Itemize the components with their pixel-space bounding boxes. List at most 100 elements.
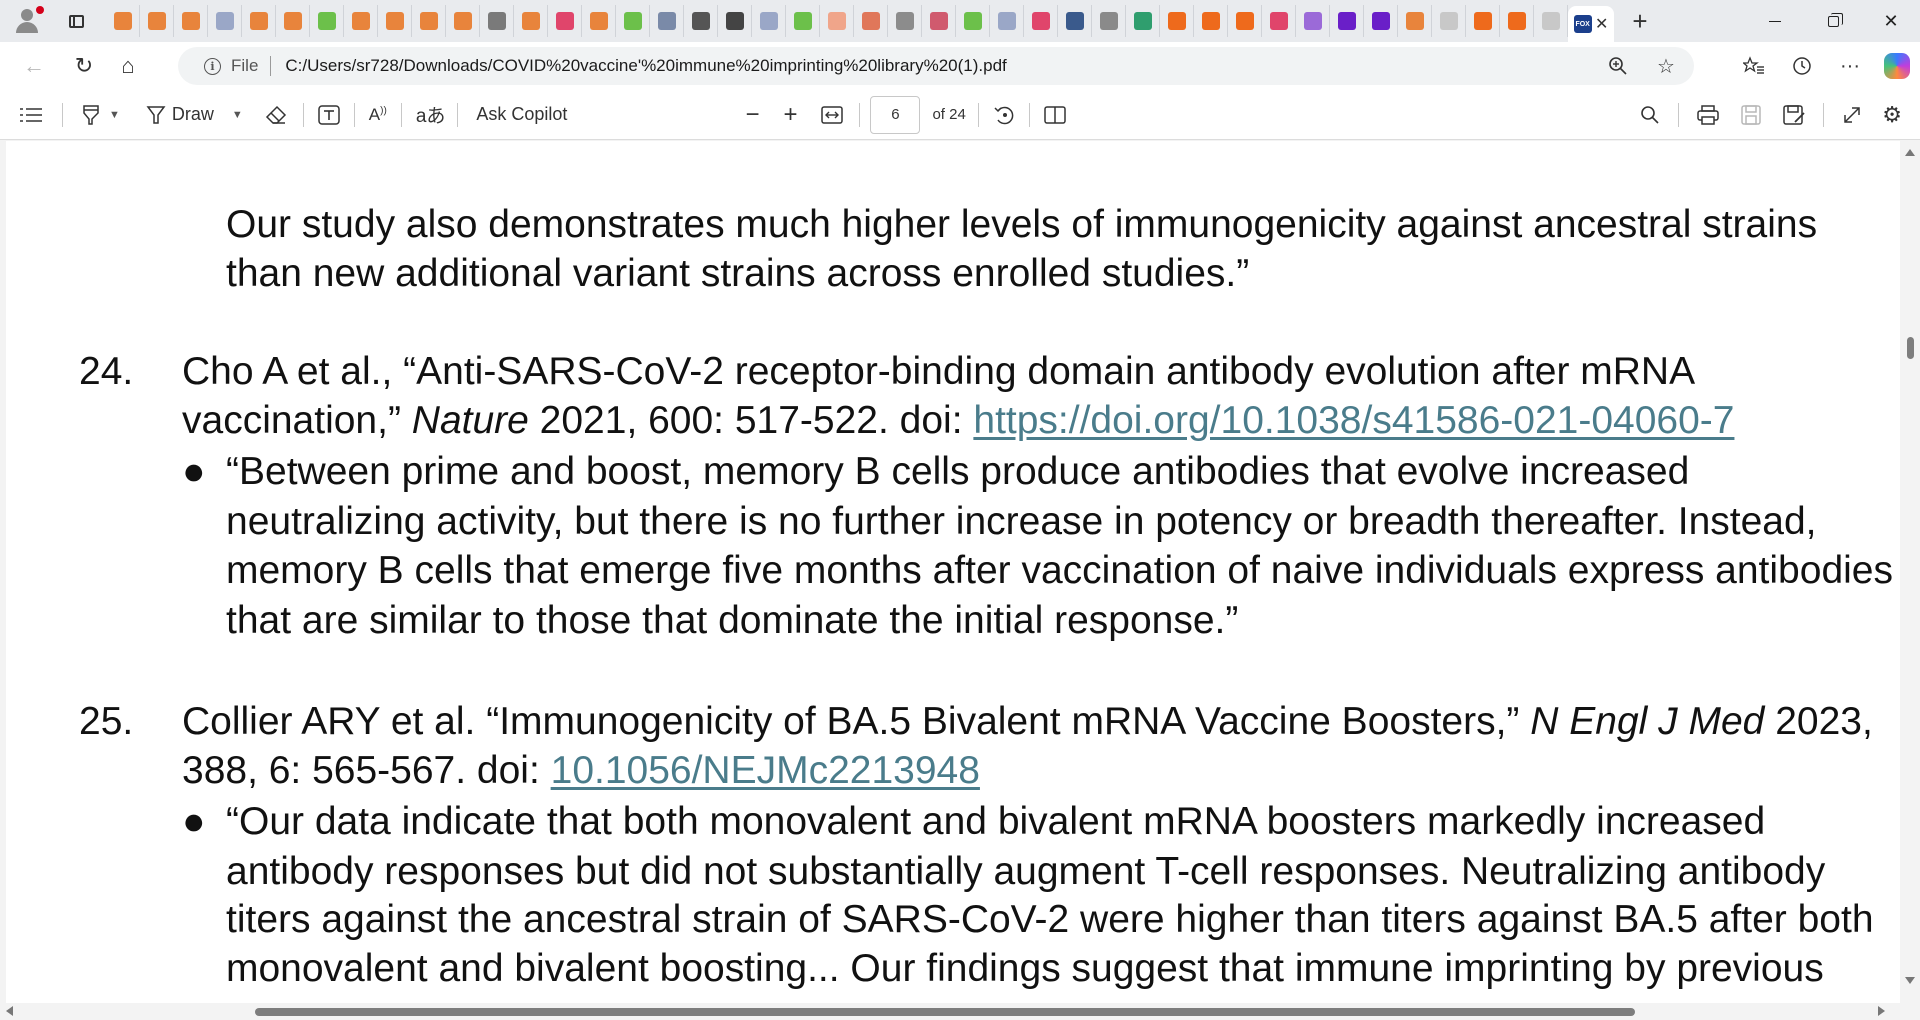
translate-button[interactable]: aあ bbox=[416, 97, 446, 133]
highlight-button[interactable]: ▼ bbox=[81, 97, 120, 133]
doi-link[interactable]: 10.1056/NEJMc2213948 bbox=[551, 749, 980, 792]
minimize-button[interactable] bbox=[1746, 0, 1804, 42]
browser-tab[interactable] bbox=[1432, 5, 1466, 37]
browser-tab[interactable] bbox=[1398, 5, 1432, 37]
browser-tab[interactable] bbox=[106, 5, 140, 37]
browser-tab[interactable] bbox=[1466, 5, 1500, 37]
browser-tab[interactable] bbox=[1296, 5, 1330, 37]
reload-button[interactable]: ↻ bbox=[64, 48, 104, 84]
new-tab-button[interactable]: + bbox=[1622, 5, 1658, 37]
scroll-up-arrow-icon[interactable] bbox=[1905, 149, 1915, 156]
zoom-out-button[interactable]: − bbox=[745, 97, 759, 133]
browser-tab[interactable] bbox=[208, 5, 242, 37]
save-as-button[interactable] bbox=[1783, 97, 1805, 133]
plus-icon: + bbox=[783, 100, 798, 128]
back-button[interactable]: ← bbox=[14, 48, 54, 84]
pdf-settings-button[interactable]: ⚙ bbox=[1882, 97, 1902, 133]
browser-tab[interactable] bbox=[1500, 5, 1534, 37]
browser-tab[interactable] bbox=[684, 5, 718, 37]
browser-tab[interactable] bbox=[1262, 5, 1296, 37]
browser-tab[interactable] bbox=[310, 5, 344, 37]
fit-to-width-button[interactable] bbox=[821, 97, 844, 133]
browser-tab[interactable] bbox=[786, 5, 820, 37]
draw-button[interactable]: Draw ▼ bbox=[146, 97, 243, 133]
horizontal-scroll-thumb[interactable] bbox=[255, 1008, 1635, 1016]
vertical-scrollbar[interactable] bbox=[1900, 141, 1920, 1003]
save-button[interactable] bbox=[1741, 97, 1762, 133]
browser-tab[interactable] bbox=[1126, 5, 1160, 37]
more-options-icon[interactable]: ··· bbox=[1836, 52, 1864, 80]
browser-tab[interactable] bbox=[616, 5, 650, 37]
copilot-icon[interactable] bbox=[1884, 53, 1910, 79]
browser-tab[interactable] bbox=[1024, 5, 1058, 37]
tab-actions-menu-button[interactable] bbox=[58, 6, 94, 36]
close-icon[interactable]: ✕ bbox=[1595, 14, 1608, 34]
browser-tab[interactable] bbox=[242, 5, 276, 37]
page-view-button[interactable] bbox=[1044, 97, 1066, 133]
browser-tab[interactable] bbox=[1092, 5, 1126, 37]
address-bar[interactable]: i File C:/Users/sr728/Downloads/COVID%20… bbox=[178, 47, 1694, 85]
browser-tab[interactable] bbox=[1194, 5, 1228, 37]
browser-tab[interactable] bbox=[276, 5, 310, 37]
reference-citation: vaccination,” Nature 2021, 600: 517-522.… bbox=[182, 399, 1735, 442]
browser-tab[interactable] bbox=[1160, 5, 1194, 37]
home-button[interactable]: ⌂ bbox=[108, 48, 148, 84]
horizontal-scrollbar[interactable] bbox=[0, 1003, 1920, 1020]
profile-button[interactable] bbox=[10, 2, 48, 40]
browser-tab[interactable] bbox=[752, 5, 786, 37]
close-icon: ✕ bbox=[1883, 10, 1899, 31]
browser-tab[interactable] bbox=[446, 5, 480, 37]
browser-tab[interactable] bbox=[174, 5, 208, 37]
tab-active[interactable]: FOX ✕ bbox=[1568, 6, 1614, 42]
browser-tab[interactable] bbox=[956, 5, 990, 37]
info-icon[interactable]: i bbox=[204, 57, 221, 75]
browser-tab[interactable] bbox=[344, 5, 378, 37]
browser-tab[interactable] bbox=[1058, 5, 1092, 37]
browser-tab[interactable] bbox=[1330, 5, 1364, 37]
vertical-scroll-thumb[interactable] bbox=[1907, 337, 1914, 359]
restore-button[interactable] bbox=[1804, 0, 1862, 42]
browser-tab[interactable] bbox=[514, 5, 548, 37]
browser-tab[interactable] bbox=[480, 5, 514, 37]
scroll-right-arrow-icon[interactable] bbox=[1878, 1006, 1885, 1016]
page-number-input[interactable]: 6 bbox=[870, 95, 921, 134]
fullscreen-button[interactable] bbox=[1842, 97, 1862, 133]
chevron-down-icon[interactable]: ▼ bbox=[109, 109, 120, 121]
ask-copilot-button[interactable]: Ask Copilot bbox=[476, 97, 567, 133]
quote-line: that are similar to those that dominate … bbox=[226, 599, 1239, 642]
table-of-contents-button[interactable] bbox=[20, 97, 42, 133]
print-button[interactable] bbox=[1697, 97, 1720, 133]
chevron-down-icon[interactable]: ▼ bbox=[232, 109, 243, 121]
browser-tab[interactable] bbox=[1228, 5, 1262, 37]
browser-tab[interactable] bbox=[548, 5, 582, 37]
browser-tab[interactable] bbox=[1534, 5, 1568, 37]
browser-tab[interactable] bbox=[412, 5, 446, 37]
add-text-button[interactable] bbox=[318, 97, 340, 133]
rotate-button[interactable] bbox=[993, 97, 1015, 133]
browser-tab[interactable] bbox=[820, 5, 854, 37]
erase-button[interactable] bbox=[265, 97, 287, 133]
close-window-button[interactable]: ✕ bbox=[1862, 0, 1920, 42]
browser-tab[interactable] bbox=[1364, 5, 1398, 37]
url-text[interactable]: C:/Users/sr728/Downloads/COVID%20vaccine… bbox=[285, 56, 1006, 76]
zoom-icon[interactable] bbox=[1604, 52, 1632, 80]
scroll-left-arrow-icon[interactable] bbox=[6, 1006, 13, 1016]
browser-tab[interactable] bbox=[854, 5, 888, 37]
browser-tab[interactable] bbox=[718, 5, 752, 37]
doi-link[interactable]: https://doi.org/10.1038/s41586-021-04060… bbox=[973, 399, 1734, 442]
favorites-icon[interactable] bbox=[1740, 52, 1768, 80]
read-aloud-button[interactable]: A)) bbox=[369, 97, 387, 133]
browser-tab[interactable] bbox=[140, 5, 174, 37]
find-button[interactable] bbox=[1640, 97, 1660, 133]
browser-tab[interactable] bbox=[990, 5, 1024, 37]
favorite-star-icon[interactable]: ☆ bbox=[1652, 52, 1680, 80]
browser-tab[interactable] bbox=[378, 5, 412, 37]
history-icon[interactable] bbox=[1788, 52, 1816, 80]
browser-tab[interactable] bbox=[650, 5, 684, 37]
zoom-in-button[interactable]: + bbox=[783, 97, 797, 133]
browser-tab[interactable] bbox=[922, 5, 956, 37]
browser-tab[interactable] bbox=[582, 5, 616, 37]
quote-line: monovalent and bivalent boosting... Our … bbox=[226, 947, 1824, 990]
browser-tab[interactable] bbox=[888, 5, 922, 37]
scroll-down-arrow-icon[interactable] bbox=[1905, 977, 1915, 984]
